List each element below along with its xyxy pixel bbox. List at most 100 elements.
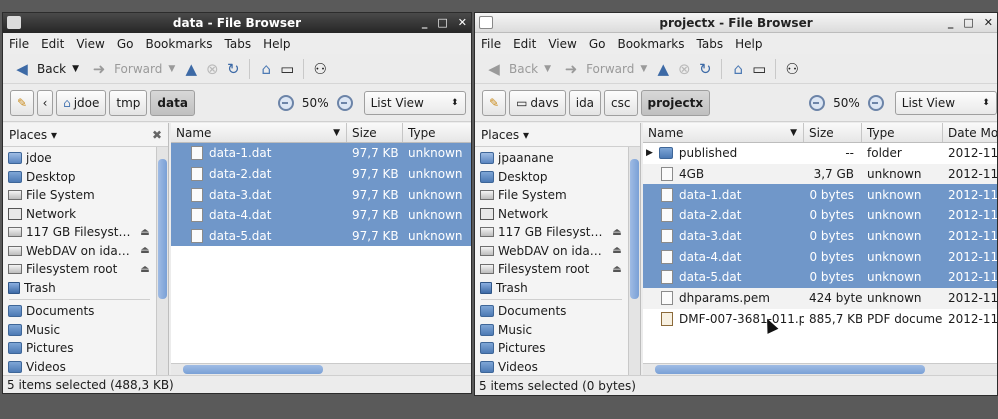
zoom-out-icon[interactable] xyxy=(809,94,826,111)
menu-edit[interactable]: Edit xyxy=(41,37,64,51)
place-music[interactable]: Music xyxy=(475,321,628,340)
column-header-size[interactable]: Size xyxy=(347,123,403,142)
zoom-level[interactable]: 50% xyxy=(302,96,329,110)
path-scroll-left-button[interactable]: ‹ xyxy=(37,89,54,116)
place-music[interactable]: Music xyxy=(3,321,156,340)
chevron-down-icon[interactable]: ▼ xyxy=(72,64,79,74)
menu-help[interactable]: Help xyxy=(735,37,762,51)
path-button-jdoe[interactable]: ⌂ jdoe xyxy=(56,89,107,116)
binoculars-icon[interactable]: ⚇ xyxy=(311,60,329,78)
place-pictures[interactable]: Pictures xyxy=(3,339,156,358)
window-menu-icon[interactable] xyxy=(7,16,21,29)
binoculars-icon[interactable]: ⚇ xyxy=(783,60,801,78)
eject-icon[interactable]: ⏏ xyxy=(137,245,153,256)
view-mode-select[interactable]: List View ⬍ xyxy=(363,90,466,115)
minimize-icon[interactable]: _ xyxy=(422,13,428,33)
menu-help[interactable]: Help xyxy=(263,37,290,51)
place-documents[interactable]: Documents xyxy=(475,302,628,321)
horizontal-scrollbar[interactable] xyxy=(171,363,471,375)
place-file-system[interactable]: File System xyxy=(3,186,156,205)
computer-icon[interactable]: ▭ xyxy=(750,60,768,78)
maximize-icon[interactable]: □ xyxy=(437,13,447,33)
place-trash[interactable]: Trash xyxy=(475,279,628,298)
path-button-projectx[interactable]: projectx xyxy=(640,89,711,116)
place-home[interactable]: jpaanane xyxy=(475,149,628,168)
menu-tabs[interactable]: Tabs xyxy=(697,37,724,51)
title-bar[interactable]: data - File Browser _ □ ✕ xyxy=(3,13,471,33)
reload-icon[interactable]: ↻ xyxy=(224,60,242,78)
file-row[interactable]: DMF-007-3681-011.pdf 885,7 KB PDF document… xyxy=(643,309,997,330)
window-menu-icon[interactable] xyxy=(479,16,493,29)
place-videos[interactable]: Videos xyxy=(3,358,156,376)
sidebar-scrollbar[interactable] xyxy=(156,147,168,375)
menu-bookmarks[interactable]: Bookmarks xyxy=(145,37,212,51)
place-videos[interactable]: Videos xyxy=(475,358,628,376)
chevron-down-icon[interactable]: ▼ xyxy=(640,64,647,74)
horizontal-scrollbar[interactable] xyxy=(643,363,997,375)
path-button-davs[interactable]: ▭ davs xyxy=(509,89,566,116)
close-sidebar-icon[interactable]: ✖ xyxy=(152,128,162,142)
place-desktop[interactable]: Desktop xyxy=(3,168,156,187)
back-button[interactable]: ◀ Back ▼ xyxy=(481,56,555,82)
eject-icon[interactable]: ⏏ xyxy=(609,264,625,275)
menu-file[interactable]: File xyxy=(9,37,29,51)
up-arrow-icon[interactable]: ▲ xyxy=(654,60,672,78)
column-header-name[interactable]: Name ▼ xyxy=(171,123,347,142)
computer-icon[interactable]: ▭ xyxy=(278,60,296,78)
stop-icon[interactable]: ⊗ xyxy=(203,60,221,78)
file-row[interactable]: data-2.dat 97,7 KB unknown xyxy=(171,163,471,185)
menu-bookmarks[interactable]: Bookmarks xyxy=(617,37,684,51)
menu-go[interactable]: Go xyxy=(117,37,134,51)
file-row[interactable]: data-3.dat 97,7 KB unknown xyxy=(171,184,471,206)
place-network[interactable]: Network xyxy=(475,205,628,224)
file-row[interactable]: dhparams.pem 424 bytes unknown 2012-11- xyxy=(643,287,997,309)
column-header-date[interactable]: Date Mo xyxy=(943,123,997,142)
file-row[interactable]: 4GB 3,7 GB unknown 2012-11- xyxy=(643,163,997,185)
place-home[interactable]: jdoe xyxy=(3,149,156,168)
scrollbar-thumb[interactable] xyxy=(158,159,167,299)
file-row[interactable]: data-5.dat 97,7 KB unknown xyxy=(171,225,471,247)
file-row[interactable]: data-3.dat 0 bytes unknown 2012-11- xyxy=(643,225,997,247)
title-bar[interactable]: projectx - File Browser _ □ ✕ xyxy=(475,13,997,33)
edit-location-button[interactable]: ✎ xyxy=(482,89,507,116)
place-webdav[interactable]: WebDAV on ida.c... ⏏ xyxy=(475,242,628,261)
eject-icon[interactable]: ⏏ xyxy=(609,245,625,256)
place-network[interactable]: Network xyxy=(3,205,156,224)
file-row[interactable]: data-1.dat 0 bytes unknown 2012-11- xyxy=(643,184,997,206)
column-header-name[interactable]: Name ▼ xyxy=(643,123,804,142)
file-row[interactable]: ▶ published -- folder 2012-11- xyxy=(643,143,997,164)
chevron-down-icon[interactable]: ▼ xyxy=(168,64,175,74)
eject-icon[interactable]: ⏏ xyxy=(137,264,153,275)
file-row[interactable]: data-4.dat 97,7 KB unknown xyxy=(171,205,471,226)
expander-icon[interactable]: ▶ xyxy=(646,148,653,158)
zoom-in-icon[interactable] xyxy=(867,94,884,111)
place-file-system[interactable]: File System xyxy=(475,186,628,205)
reload-icon[interactable]: ↻ xyxy=(696,60,714,78)
path-button-csc[interactable]: csc xyxy=(604,89,638,116)
forward-button[interactable]: ➜ Forward ▼ xyxy=(558,56,651,82)
file-row[interactable]: data-1.dat 97,7 KB unknown xyxy=(171,143,471,164)
home-folder-icon[interactable]: ⌂ xyxy=(257,60,275,78)
menu-go[interactable]: Go xyxy=(589,37,606,51)
menu-view[interactable]: View xyxy=(548,37,576,51)
chevron-down-icon[interactable]: ▼ xyxy=(544,64,551,74)
column-header-size[interactable]: Size xyxy=(804,123,862,142)
scrollbar-thumb[interactable] xyxy=(630,159,639,299)
close-icon[interactable]: ✕ xyxy=(458,13,467,33)
zoom-in-icon[interactable] xyxy=(336,94,353,111)
place-117gb-filesystem[interactable]: 117 GB Filesystem ⏏ xyxy=(475,223,628,242)
menu-view[interactable]: View xyxy=(76,37,104,51)
zoom-out-icon[interactable] xyxy=(277,94,294,111)
place-filesystem-root[interactable]: Filesystem root ⏏ xyxy=(475,260,628,279)
scrollbar-thumb[interactable] xyxy=(655,365,925,374)
eject-icon[interactable]: ⏏ xyxy=(609,227,625,238)
edit-location-button[interactable]: ✎ xyxy=(10,89,35,116)
place-filesystem-root[interactable]: Filesystem root ⏏ xyxy=(3,260,156,279)
forward-button[interactable]: ➜ Forward ▼ xyxy=(86,56,179,82)
place-documents[interactable]: Documents xyxy=(3,302,156,321)
minimize-icon[interactable]: _ xyxy=(948,13,954,33)
column-header-type[interactable]: Type xyxy=(403,123,471,142)
home-folder-icon[interactable]: ⌂ xyxy=(729,60,747,78)
place-117gb-filesystem[interactable]: 117 GB Filesystem ⏏ xyxy=(3,223,156,242)
column-header-type[interactable]: Type xyxy=(862,123,943,142)
